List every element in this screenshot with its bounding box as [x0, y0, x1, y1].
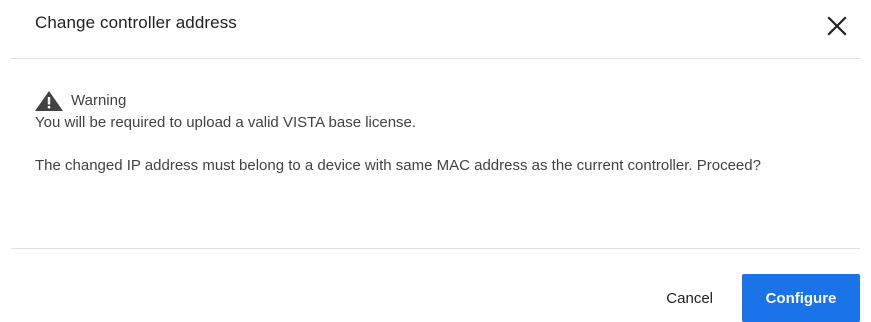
- dialog-title: Change controller address: [35, 13, 237, 32]
- close-button[interactable]: [823, 12, 851, 40]
- cancel-button[interactable]: Cancel: [650, 274, 729, 322]
- license-message: You will be required to upload a valid V…: [35, 114, 417, 131]
- warning-row: Warning: [35, 90, 825, 112]
- proceed-message: The changed IP address must belong to a …: [35, 157, 761, 174]
- header-divider: [11, 58, 860, 59]
- footer-divider: [11, 248, 860, 249]
- warning-icon: [35, 91, 63, 111]
- change-controller-address-dialog: Change controller address Warning You wi…: [0, 0, 871, 322]
- warning-label: Warning: [71, 92, 127, 109]
- dialog-header: Change controller address: [0, 0, 871, 58]
- dialog-content: Warning You will be required to upload a…: [35, 90, 825, 177]
- configure-button[interactable]: Configure: [742, 274, 860, 322]
- dialog-actions: Cancel Configure: [650, 274, 860, 322]
- close-icon: [827, 16, 847, 36]
